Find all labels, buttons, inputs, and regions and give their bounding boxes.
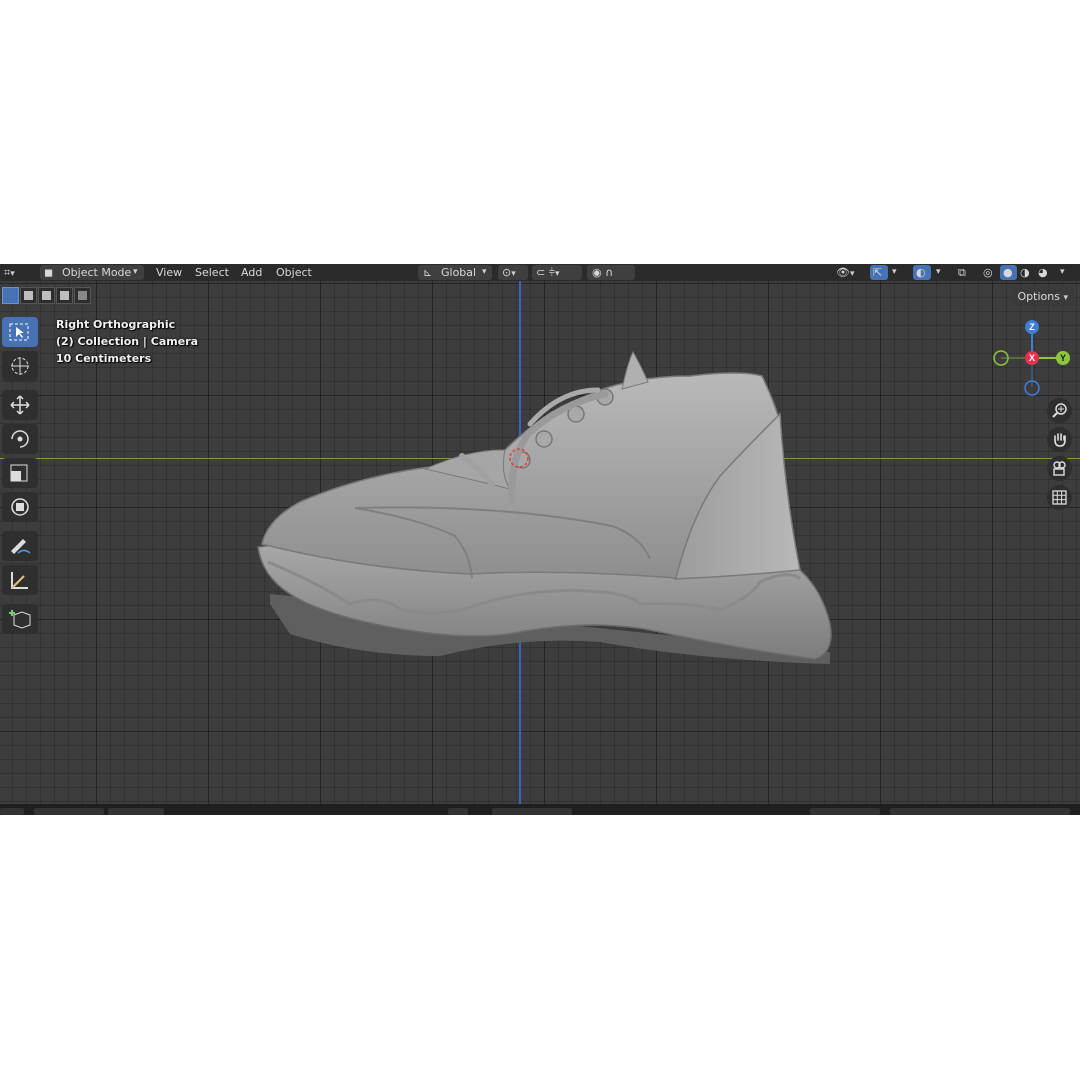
menu-object[interactable]: Object (276, 264, 312, 281)
chevron-down-icon: ▾ (892, 267, 897, 277)
options-button[interactable]: Options ▾ (1011, 287, 1074, 306)
grid-scale: 10 Centimeters (56, 352, 152, 365)
3d-viewport[interactable]: ⌗▾ ◼ Object Mode ▾ View Select Add Objec… (0, 264, 1080, 815)
camera-view-icon[interactable] (1047, 456, 1072, 481)
xray-icon[interactable]: ⧉ (958, 264, 966, 281)
solid-shading-icon: ● (1003, 266, 1013, 279)
snap-icon: ⊂ ⫩▾ (536, 266, 560, 279)
scale-icon[interactable] (2, 458, 38, 488)
wireframe-shading-icon[interactable]: ◎ (983, 264, 993, 281)
cursor-icon[interactable] (2, 351, 38, 381)
timeline-segment (34, 808, 104, 815)
proportional-icon: ◉ ∩ (592, 266, 614, 279)
heel-tab (621, 350, 649, 390)
timeline-strip (0, 804, 1080, 815)
chevron-down-icon[interactable]: ▾ (1060, 264, 1065, 281)
chevron-down-icon: ▾ (482, 267, 487, 277)
view-name: Right Orthographic (56, 318, 176, 331)
timeline-segment (108, 808, 164, 815)
menu-add[interactable]: Add (241, 264, 262, 281)
move-icon[interactable] (2, 390, 38, 420)
menu-select[interactable]: Select (195, 264, 229, 281)
zoom-icon[interactable] (1047, 398, 1072, 423)
material-shading-icon[interactable]: ◑ (1020, 264, 1030, 281)
eyelet (535, 430, 553, 448)
transform-icon[interactable] (2, 492, 38, 522)
viewport-header: ⌗▾ ◼ Object Mode ▾ View Select Add Objec… (0, 264, 1080, 281)
timeline-segment (492, 808, 572, 815)
editor-type-icon[interactable]: ⌗▾ (4, 264, 15, 281)
add-cube-icon[interactable] (2, 604, 38, 634)
navigation-gizmo[interactable]: Z Y X (990, 319, 1076, 399)
select-invert-icon[interactable] (56, 287, 73, 304)
select-intersect-icon[interactable] (74, 287, 91, 304)
orientation-label: Global (441, 266, 477, 279)
measure-icon[interactable] (2, 565, 38, 595)
rendered-shading-icon[interactable]: ◕ (1038, 264, 1048, 281)
orientation-icon: ⊾ (423, 266, 433, 279)
menu-view[interactable]: View (156, 264, 182, 281)
gizmo-x-label: X (1029, 353, 1035, 363)
select-new-icon[interactable] (2, 287, 19, 304)
options-label: Options (1017, 290, 1060, 303)
collection-info: (2) Collection | Camera (56, 335, 199, 348)
visibility-icon[interactable]: 👁▾ (836, 264, 855, 281)
annotate-icon[interactable] (2, 531, 38, 561)
chevron-down-icon: ▾ (133, 267, 138, 277)
select-box-icon[interactable] (2, 317, 38, 347)
timeline-segment (890, 808, 1070, 815)
select-extend-icon[interactable] (20, 287, 37, 304)
pivot-icon: ⊙▾ (502, 266, 516, 279)
select-subtract-icon[interactable] (38, 287, 55, 304)
timeline-segment (810, 808, 880, 815)
object-mode-icon: ◼ (44, 266, 54, 279)
chevron-down-icon: ▾ (936, 267, 941, 277)
rotate-icon[interactable] (2, 424, 38, 454)
overlay-icon: ◐ (916, 266, 926, 279)
gizmo-icon: ⇱ (873, 266, 883, 279)
gizmo-z-label: Z (1029, 322, 1035, 332)
gizmo-y-label: Y (1060, 353, 1066, 363)
grid-ortho-icon[interactable] (1047, 485, 1072, 510)
timeline-segment (0, 808, 24, 815)
mode-label: Object Mode (62, 266, 132, 279)
hand-pan-icon[interactable] (1047, 427, 1072, 452)
timeline-segment (448, 808, 468, 815)
